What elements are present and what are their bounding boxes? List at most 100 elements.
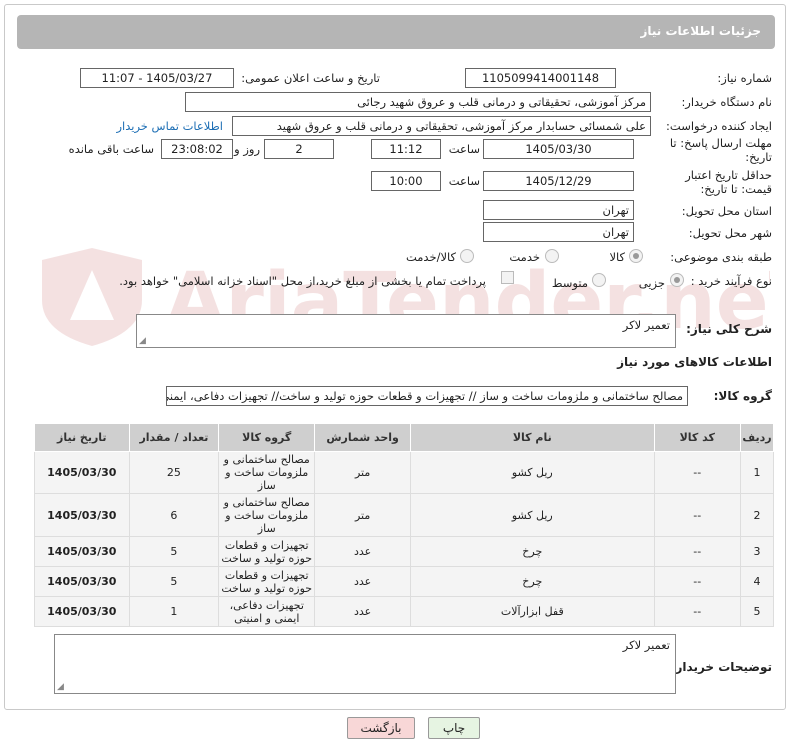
table-row: 1 -- ریل کشو متر مصالح ساختمانی و ملزوما… [34,451,774,494]
col-header-date: تاریخ نیاز [34,423,130,452]
deadline-time-field: 11:12 [371,139,441,159]
cell-unit: عدد [314,566,412,597]
cell-quantity: 5 [128,536,220,567]
cell-row-number: 2 [740,493,774,537]
cell-date: 1405/03/30 [34,566,130,597]
cell-quantity: 6 [128,493,220,537]
validity-time-field: 10:00 [371,171,441,191]
cell-unit: متر [314,493,412,537]
back-button[interactable]: بازگشت [347,717,415,739]
items-table: ردیف کد کالا نام کالا واحد شمارش گروه کا… [34,423,774,627]
treasury-payment-note: پرداخت تمام یا بخشی از مبلغ خرید،از محل … [119,274,486,288]
buyer-notes-text: تعمیر لاکر [622,638,670,652]
remaining-time-field: 23:08:02 [161,139,233,159]
description-label: شرح کلی نیاز: [686,322,772,336]
cell-date: 1405/03/30 [34,596,130,627]
col-header-code: کد کالا [653,423,742,452]
deadline-time-label: ساعت [448,142,480,156]
buyer-org-label: نام دستگاه خریدار: [681,95,772,109]
goods-group-label: گروه کالا: [713,389,772,403]
process-radio-medium[interactable] [592,273,606,287]
cell-unit: عدد [314,536,412,567]
cell-name: قفل ابزارآلات [410,596,655,627]
cell-quantity: 1 [128,596,220,627]
goods-info-title: اطلاعات کالاهای مورد نیاز [617,355,772,369]
cell-date: 1405/03/30 [34,493,130,537]
category-label: طبقه بندی موضوعی: [670,250,772,264]
days-label: روز و [234,142,260,156]
resize-grip-icon[interactable]: ◢ [139,336,146,346]
cell-code: -- [653,596,742,627]
col-header-group: گروه کالا [218,423,316,452]
cell-quantity: 25 [128,451,220,494]
cell-unit: متر [314,451,412,494]
deadline-label: مهلت ارسال پاسخ: تا تاریخ: [669,136,772,164]
goods-group-field: مصالح ساختمانی و ملزومات ساخت و ساز // ت… [166,386,688,406]
process-radio-minor[interactable] [670,273,684,287]
cell-group: مصالح ساختمانی و ملزومات ساخت و ساز [218,451,316,494]
col-header-name: نام کالا [410,423,655,452]
cell-date: 1405/03/30 [34,536,130,567]
province-label: استان محل تحویل: [681,204,772,218]
process-label: نوع فرآیند خرید : [690,274,772,288]
cell-code: -- [653,451,742,494]
cell-code: -- [653,493,742,537]
cell-group: مصالح ساختمانی و ملزومات ساخت و ساز [218,493,316,537]
treasury-payment-checkbox[interactable] [501,271,514,284]
category-option-goods-service: کالا/خدمت [405,250,456,264]
buyer-notes-textarea[interactable]: تعمیر لاکر ◢ [54,634,676,694]
category-radio-goods[interactable] [629,249,643,263]
cell-group: تجهیزات و قطعات حوزه تولید و ساخت [218,566,316,597]
table-row: 3 -- چرخ عدد تجهیزات و قطعات حوزه تولید … [34,536,774,567]
process-option-medium: متوسط [551,276,588,290]
category-radio-service[interactable] [545,249,559,263]
cell-name: ریل کشو [410,493,655,537]
city-field: تهران [483,222,634,242]
deadline-date-field: 1405/03/30 [483,139,634,159]
panel-header: جزئیات اطلاعات نیاز [17,15,775,49]
panel-title: جزئیات اطلاعات نیاز [640,24,761,38]
cell-name: چرخ [410,536,655,567]
table-row: 5 -- قفل ابزارآلات عدد تجهیزات دفاعی، ای… [34,596,774,627]
announce-field: 1405/03/27 - 11:07 [80,68,234,88]
province-field: تهران [483,200,634,220]
cell-code: -- [653,566,742,597]
need-number-label: شماره نیاز: [717,71,772,85]
city-label: شهر محل تحویل: [688,226,772,240]
resize-grip-icon[interactable]: ◢ [57,682,64,692]
cell-row-number: 5 [740,596,774,627]
cell-name: ریل کشو [410,451,655,494]
cell-date: 1405/03/30 [34,451,130,494]
cell-code: -- [653,536,742,567]
table-row: 2 -- ریل کشو متر مصالح ساختمانی و ملزوما… [34,493,774,537]
print-button[interactable]: چاپ [428,717,480,739]
category-option-service: خدمت [509,250,540,264]
creator-field: علی شمسائی حسابدار مرکز آموزشی، تحقیقاتی… [232,116,651,136]
description-textarea[interactable]: تعمیر لاکر ◢ [136,314,676,348]
days-field: 2 [264,139,334,159]
cell-quantity: 5 [128,566,220,597]
cell-row-number: 4 [740,566,774,597]
need-number-field: 1105099414001148 [465,68,616,88]
process-option-minor: جزیی [638,276,665,290]
buyer-notes-label: توضیحات خریدار: [670,660,772,674]
remaining-label: ساعت باقی مانده [68,142,154,156]
col-header-unit: واحد شمارش [314,423,412,452]
category-radio-goods-service[interactable] [460,249,474,263]
buyer-contact-link[interactable]: اطلاعات تماس خریدار [116,119,223,133]
buyer-org-field: مرکز آموزشی، تحقیقاتی و درمانی قلب و عرو… [185,92,651,112]
cell-group: تجهیزات دفاعی، ایمنی و امنیتی [218,596,316,627]
cell-group: تجهیزات و قطعات حوزه تولید و ساخت [218,536,316,567]
validity-label: حداقل تاریخ اعتبار قیمت: تا تاریخ: [685,168,772,196]
cell-unit: عدد [314,596,412,627]
validity-time-label: ساعت [448,174,480,188]
cell-name: چرخ [410,566,655,597]
cell-row-number: 1 [740,451,774,494]
announce-label: تاریخ و ساعت اعلان عمومی: [241,71,380,85]
col-header-row-number: ردیف [740,423,774,452]
col-header-quantity: تعداد / مقدار [128,423,220,452]
table-header-row: ردیف کد کالا نام کالا واحد شمارش گروه کا… [34,423,774,452]
validity-date-field: 1405/12/29 [483,171,634,191]
description-text: تعمیر لاکر [622,318,670,332]
cell-row-number: 3 [740,536,774,567]
